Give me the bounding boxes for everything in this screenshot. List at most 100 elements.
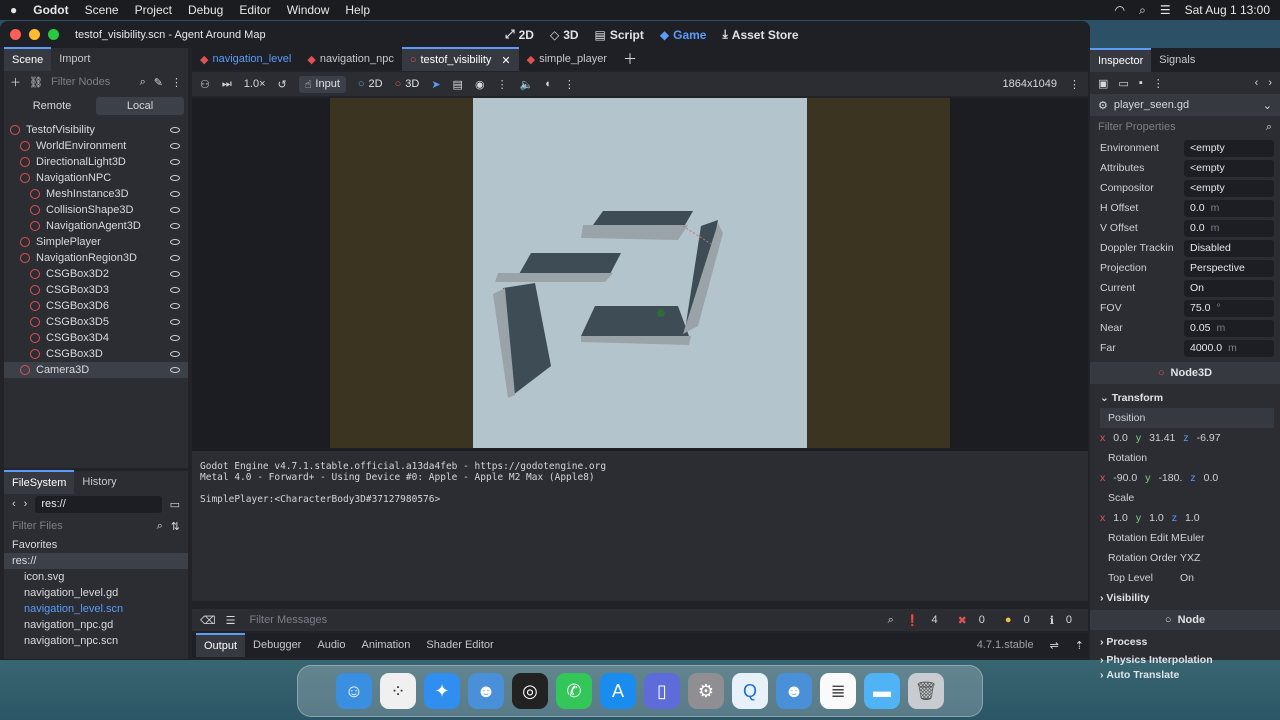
camera-icon[interactable]: ◐ bbox=[545, 78, 552, 90]
more-icon[interactable]: ⋮ bbox=[171, 76, 182, 89]
property-row[interactable]: Environment <empty bbox=[1100, 138, 1274, 158]
minimize-window-button[interactable] bbox=[29, 29, 40, 40]
menu-debug[interactable]: Debug bbox=[188, 3, 223, 17]
transform-section[interactable]: ⌄ Transform bbox=[1100, 388, 1274, 408]
property-value[interactable]: Disabled bbox=[1184, 239, 1274, 257]
tab-testof-visibility[interactable]: ○ testof_visibility ✕ bbox=[401, 47, 519, 71]
simulator-icon[interactable]: ▯ bbox=[644, 673, 680, 709]
visibility-eye-icon[interactable] bbox=[170, 255, 180, 261]
mode-2d-button[interactable]: ○ 2D bbox=[358, 78, 383, 90]
obs-icon[interactable]: ◎ bbox=[512, 673, 548, 709]
file-item[interactable]: Favorites bbox=[4, 537, 188, 553]
property-row[interactable]: Near 0.05 m bbox=[1100, 318, 1274, 338]
pin-icon[interactable]: ⇡ bbox=[1075, 639, 1084, 652]
workspace-script-button[interactable]: ▤ Script bbox=[595, 28, 644, 42]
speaker-icon[interactable]: 🔈 bbox=[520, 78, 534, 91]
sort-icon[interactable]: ⇅ bbox=[171, 520, 180, 533]
tab-navigation-level[interactable]: ◆ navigation_level bbox=[192, 47, 299, 71]
tab-signals[interactable]: Signals bbox=[1151, 48, 1203, 72]
visibility-section[interactable]: › Visibility bbox=[1100, 588, 1274, 608]
mode-3d-button[interactable]: ○ 3D bbox=[395, 78, 420, 90]
open-icon[interactable]: ▭ bbox=[1118, 77, 1128, 90]
visibility-eye-icon[interactable] bbox=[170, 335, 180, 341]
local-button[interactable]: Local bbox=[96, 97, 184, 115]
tab-import[interactable]: Import bbox=[51, 47, 98, 71]
control-center-icon[interactable]: ☰ bbox=[1160, 3, 1171, 17]
clock[interactable]: Sat Aug 1 13:00 bbox=[1185, 3, 1270, 17]
messages-count-toggle[interactable]: ❗ 4 bbox=[897, 611, 946, 629]
node3d-header[interactable]: ○ Node3D bbox=[1090, 362, 1280, 384]
menu-window[interactable]: Window bbox=[287, 3, 330, 17]
folder-icon[interactable]: ▬ bbox=[864, 673, 900, 709]
info-count-toggle[interactable]: ℹ0 bbox=[1041, 611, 1080, 629]
game-embed-icon[interactable]: ⚇ bbox=[200, 78, 210, 91]
property-value[interactable]: 4000.0 m bbox=[1184, 339, 1274, 357]
property-row[interactable]: Far 4000.0 m bbox=[1100, 338, 1274, 358]
filter-nodes-input[interactable]: Filter Nodes bbox=[51, 76, 132, 88]
visibility-eye-icon[interactable] bbox=[170, 223, 180, 229]
trash-icon[interactable]: 🗑 bbox=[908, 673, 944, 709]
visibility-eye-icon[interactable] bbox=[170, 319, 180, 325]
property-row[interactable]: H Offset 0.0 m bbox=[1100, 198, 1274, 218]
search-icon[interactable]: ⌕ bbox=[1139, 3, 1146, 18]
apple-icon[interactable]: ● bbox=[10, 3, 17, 17]
warnings-count-toggle[interactable]: ● 0 bbox=[996, 611, 1038, 629]
tree-node[interactable]: SimplePlayer bbox=[4, 234, 188, 250]
game-render[interactable] bbox=[473, 98, 807, 448]
visibility-eye-icon[interactable] bbox=[170, 175, 180, 181]
split-view-icon[interactable]: ▭ bbox=[170, 498, 180, 511]
tree-node[interactable]: NavigationAgent3D bbox=[4, 218, 188, 234]
tab-simple-player[interactable]: ◆ simple_player bbox=[519, 47, 615, 71]
workspace-2d-button[interactable]: ⤢ 2D bbox=[505, 27, 534, 42]
quick-icon[interactable]: Q bbox=[732, 673, 768, 709]
property-row[interactable]: Compositor <empty bbox=[1100, 178, 1274, 198]
rotation-fields[interactable]: x -90.0 y -180. z 0.0 bbox=[1100, 468, 1274, 488]
visibility-eye-icon[interactable] bbox=[170, 287, 180, 293]
clear-icon[interactable]: ⌫ bbox=[200, 614, 216, 627]
list-icon[interactable]: ☰ bbox=[226, 614, 236, 627]
tree-node[interactable]: Camera3D bbox=[4, 362, 188, 378]
history-back-icon[interactable]: ‹ bbox=[1255, 77, 1259, 89]
tree-node[interactable]: CSGBox3D4 bbox=[4, 330, 188, 346]
chevron-down-icon[interactable]: ⌄ bbox=[1263, 99, 1272, 112]
new-resource-icon[interactable]: ▣ bbox=[1098, 77, 1108, 90]
safari-icon[interactable]: ✦ bbox=[424, 673, 460, 709]
workspace-game-button[interactable]: ◆ Game bbox=[660, 28, 707, 42]
tab-inspector[interactable]: Inspector bbox=[1090, 48, 1152, 72]
tree-node[interactable]: CollisionShape3D bbox=[4, 202, 188, 218]
node-header[interactable]: ○ Node bbox=[1090, 610, 1280, 630]
back-icon[interactable]: ‹ bbox=[12, 498, 16, 510]
list-icon[interactable]: ▤ bbox=[453, 78, 463, 91]
game-viewport[interactable] bbox=[192, 98, 1088, 470]
property-value[interactable]: <empty bbox=[1184, 139, 1274, 157]
tab-shader-editor[interactable]: Shader Editor bbox=[418, 633, 501, 657]
tree-node[interactable]: NavigationNPC bbox=[4, 170, 188, 186]
close-window-button[interactable] bbox=[10, 29, 21, 40]
visibility-eye-icon[interactable] bbox=[170, 239, 180, 245]
file-item[interactable]: icon.svg bbox=[4, 569, 188, 585]
tab-navigation-npc[interactable]: ◆ navigation_npc bbox=[299, 47, 401, 71]
property-row[interactable]: Projection Perspective bbox=[1100, 258, 1274, 278]
wifi-icon[interactable]: ◠ bbox=[1115, 3, 1125, 17]
errors-count-toggle[interactable]: ✖ 0 bbox=[949, 611, 993, 629]
tree-node[interactable]: CSGBox3D5 bbox=[4, 314, 188, 330]
godot-icon[interactable]: ☻ bbox=[468, 673, 504, 709]
more-icon[interactable]: ⋮ bbox=[564, 78, 575, 91]
tree-node[interactable]: DirectionalLight3D bbox=[4, 154, 188, 170]
menu-help[interactable]: Help bbox=[345, 3, 370, 17]
tree-node[interactable]: CSGBox3D3 bbox=[4, 282, 188, 298]
godot-icon[interactable]: ☻ bbox=[776, 673, 812, 709]
property-value[interactable]: 0.05 m bbox=[1184, 319, 1274, 337]
top-level-row[interactable]: Top Level On bbox=[1100, 568, 1274, 588]
remote-button[interactable]: Remote bbox=[8, 100, 96, 112]
close-tab-icon[interactable]: ✕ bbox=[501, 54, 510, 67]
visibility-eye-icon[interactable] bbox=[170, 367, 180, 373]
tree-node[interactable]: TestofVisibility bbox=[4, 122, 188, 138]
visibility-eye-icon[interactable] bbox=[170, 127, 180, 133]
app-store-icon[interactable]: A bbox=[600, 673, 636, 709]
property-value[interactable]: 75.0 ° bbox=[1184, 299, 1274, 317]
file-item[interactable]: navigation_npc.scn bbox=[4, 633, 188, 649]
layout-icon[interactable]: ⇌ bbox=[1050, 639, 1059, 652]
rotation-order-row[interactable]: Rotation Order YXZ bbox=[1100, 548, 1274, 568]
property-row[interactable]: FOV 75.0 ° bbox=[1100, 298, 1274, 318]
